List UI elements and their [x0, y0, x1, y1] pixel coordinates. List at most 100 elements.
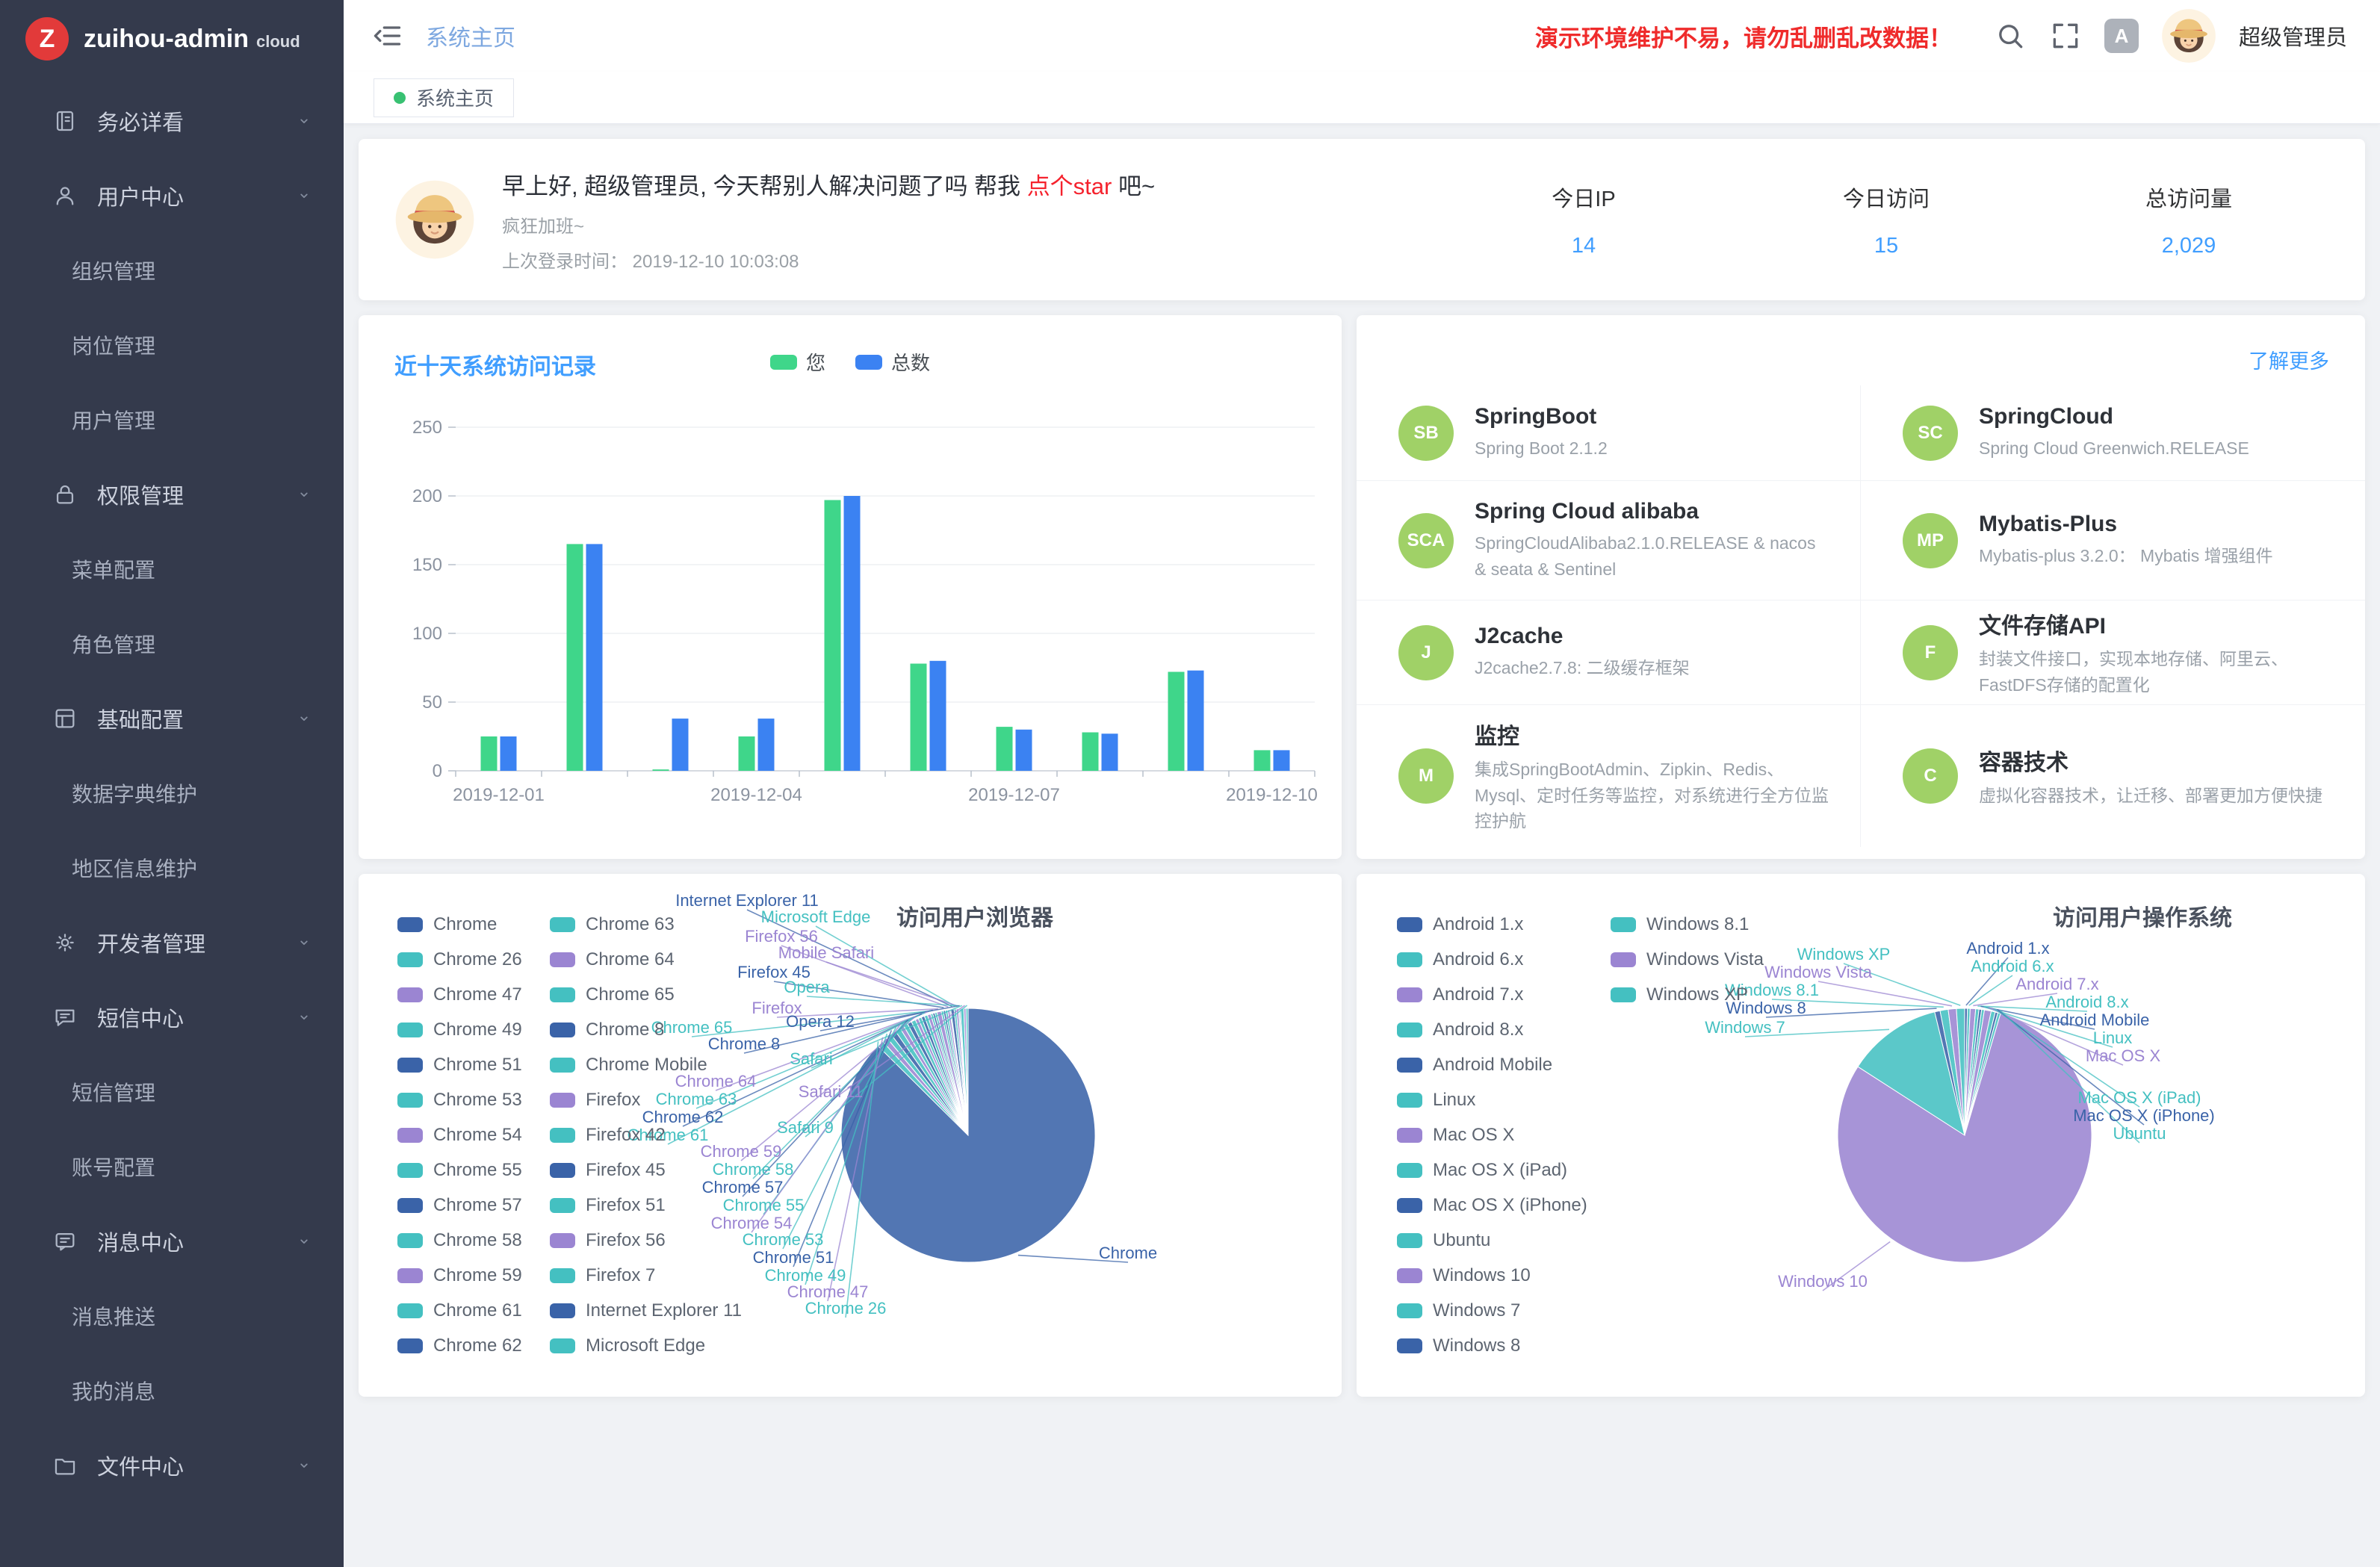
sidebar-subitem[interactable]: 地区信息维护 [0, 831, 344, 905]
legend-item[interactable]: Chrome 49 [397, 1012, 522, 1047]
sidebar-subitem[interactable]: 组织管理 [0, 233, 344, 308]
notebook-icon [52, 108, 78, 134]
sidebar-item[interactable]: 短信中心 [0, 980, 344, 1055]
svg-text:Android 7.x: Android 7.x [2015, 975, 2098, 993]
legend-item[interactable]: Chrome 8 [550, 1012, 742, 1047]
svg-text:Opera 12: Opera 12 [786, 1012, 855, 1031]
sidebar-subitem[interactable]: 我的消息 [0, 1353, 344, 1428]
legend-item[interactable]: Chrome 61 [397, 1293, 522, 1328]
stat-value[interactable]: 2,029 [2107, 234, 2271, 258]
svg-text:150: 150 [412, 555, 442, 575]
legend-item[interactable]: Mac OS X [1397, 1117, 1587, 1152]
sidebar-subitem[interactable]: 短信管理 [0, 1055, 344, 1129]
stat-label: 今日IP [1502, 181, 1666, 213]
legend-item[interactable]: Android Mobile [1397, 1047, 1587, 1082]
legend-item[interactable]: Chrome 57 [397, 1188, 522, 1223]
learn-more-link[interactable]: 了解更多 [2249, 345, 2329, 374]
app-logo[interactable]: Z zuihou-admincloud [0, 0, 344, 78]
breadcrumb[interactable]: 系统主页 [426, 19, 515, 52]
sidebar-subitem[interactable]: 角色管理 [0, 606, 344, 681]
tab-home[interactable]: 系统主页 [374, 78, 514, 117]
legend-item[interactable]: Firefox [550, 1082, 742, 1117]
svg-text:Chrome: Chrome [1099, 1244, 1157, 1262]
brand-suffix: cloud [256, 32, 300, 51]
legend-item[interactable]: Mac OS X (iPhone) [1397, 1188, 1587, 1223]
legend-item[interactable]: Chrome 65 [550, 977, 742, 1012]
star-link[interactable]: 点个star [1027, 173, 1112, 199]
legend-item[interactable]: Chrome 63 [550, 907, 742, 942]
search-icon[interactable] [1994, 19, 2027, 52]
legend-item[interactable]: Windows 10 [1397, 1258, 1587, 1293]
legend-item[interactable]: Firefox 7 [550, 1258, 742, 1293]
tech-item-desc: Mybatis-plus 3.2.0： Mybatis 增强组件 [1979, 543, 2273, 569]
sidebar-subitem[interactable]: 数据字典维护 [0, 756, 344, 831]
svg-text:Mobile Safari: Mobile Safari [778, 943, 874, 962]
fullscreen-icon[interactable] [2049, 19, 2082, 52]
legend-chip [1611, 917, 1636, 932]
legend-item[interactable]: Chrome Mobile [550, 1047, 742, 1082]
sidebar-item[interactable]: 用户中心 [0, 158, 344, 233]
legend-item[interactable]: Microsoft Edge [550, 1328, 742, 1363]
sidebar-subitem[interactable]: 菜单配置 [0, 532, 344, 606]
legend-item[interactable]: Chrome 64 [550, 942, 742, 977]
sidebar-subitem[interactable]: 用户管理 [0, 382, 344, 457]
legend-item[interactable]: Windows XP [1611, 977, 1764, 1012]
stat-value[interactable]: 15 [1804, 234, 1968, 258]
legend-item[interactable]: 您 [770, 348, 825, 376]
tech-badge-icon: SC [1903, 406, 1958, 461]
legend-item[interactable]: Firefox 42 [550, 1117, 742, 1152]
visits-chart-card: 近十天系统访问记录 您总数 0501001502002502019-12-012… [359, 315, 1342, 859]
username[interactable]: 超级管理员 [2239, 20, 2347, 52]
legend-label: Chrome 61 [433, 1300, 522, 1321]
legend-item[interactable]: Firefox 45 [550, 1152, 742, 1188]
legend-chip [397, 1338, 423, 1353]
legend-item[interactable]: Android 8.x [1397, 1012, 1587, 1047]
legend-item[interactable]: Chrome [397, 907, 522, 942]
legend-item[interactable]: Firefox 56 [550, 1223, 742, 1258]
legend-item[interactable]: Chrome 51 [397, 1047, 522, 1082]
legend-item[interactable]: Internet Explorer 11 [550, 1293, 742, 1328]
svg-text:Android Mobile: Android Mobile [2040, 1011, 2150, 1029]
legend-chip [1397, 952, 1422, 967]
sidebar-item[interactable]: 文件中心 [0, 1428, 344, 1503]
legend-item[interactable]: Windows 8.1 [1611, 907, 1764, 942]
legend-item[interactable]: Linux [1397, 1082, 1587, 1117]
stat-item: 今日IP 14 [1502, 181, 1666, 258]
legend-item[interactable]: Chrome 58 [397, 1223, 522, 1258]
legend-item[interactable]: Android 1.x [1397, 907, 1587, 942]
sidebar-item[interactable]: 基础配置 [0, 681, 344, 756]
legend-item[interactable]: Chrome 47 [397, 977, 522, 1012]
legend-item[interactable]: Chrome 53 [397, 1082, 522, 1117]
legend-item[interactable]: Chrome 59 [397, 1258, 522, 1293]
sidebar-subitem[interactable]: 消息推送 [0, 1279, 344, 1353]
tech-item-desc: Spring Boot 2.1.2 [1475, 435, 1608, 462]
legend-item[interactable]: Mac OS X (iPad) [1397, 1152, 1587, 1188]
sidebar-subitem[interactable]: 账号配置 [0, 1129, 344, 1204]
sidebar-item[interactable]: 开发者管理 [0, 905, 344, 980]
tech-badge-icon: MP [1903, 513, 1958, 568]
legend-item[interactable]: Windows 8 [1397, 1328, 1587, 1363]
sidebar-item[interactable]: 务必详看 [0, 84, 344, 158]
legend-item[interactable]: Windows Vista [1611, 942, 1764, 977]
stat-value[interactable]: 14 [1502, 234, 1666, 258]
font-size-icon[interactable]: A [2104, 19, 2139, 53]
sidebar-subitem[interactable]: 岗位管理 [0, 308, 344, 382]
collapse-menu-icon[interactable] [371, 19, 403, 52]
tech-item: JJ2cacheJ2cache2.7.8: 二级缓存框架 [1357, 601, 1861, 705]
sidebar-item[interactable]: 权限管理 [0, 457, 344, 532]
legend-item[interactable]: Chrome 62 [397, 1328, 522, 1363]
sidebar-item[interactable]: 消息中心 [0, 1204, 344, 1279]
user-avatar[interactable] [2161, 8, 2216, 63]
legend-item[interactable]: Firefox 51 [550, 1188, 742, 1223]
tech-item-desc: 虚拟化容器技术，让迁移、部署更加方便快捷 [1979, 783, 2322, 809]
svg-text:100: 100 [412, 624, 442, 644]
legend-item[interactable]: Windows 7 [1397, 1293, 1587, 1328]
legend-item[interactable]: Chrome 54 [397, 1117, 522, 1152]
legend-item[interactable]: Ubuntu [1397, 1223, 1587, 1258]
legend-item[interactable]: Chrome 26 [397, 942, 522, 977]
legend-item[interactable]: Android 7.x [1397, 977, 1587, 1012]
visits-legend: 您 总数 [770, 348, 930, 376]
legend-item[interactable]: Chrome 55 [397, 1152, 522, 1188]
legend-item[interactable]: Android 6.x [1397, 942, 1587, 977]
legend-item[interactable]: 总数 [855, 348, 930, 376]
